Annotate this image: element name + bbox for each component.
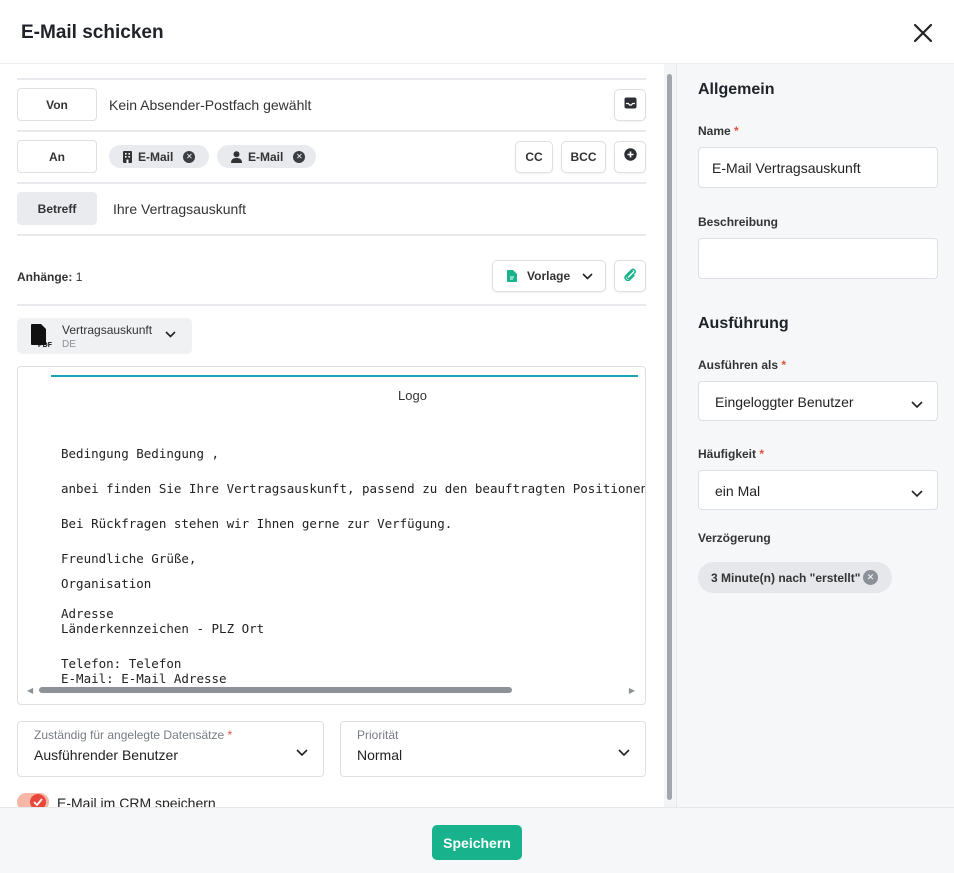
general-heading: Allgemein (698, 81, 775, 98)
attachment-file-name: Vertragsauskunft (62, 323, 153, 337)
priority-select[interactable]: Priorität Normal (340, 721, 646, 777)
preview-horizontal-scrollbar[interactable]: ◀ ▶ (25, 684, 637, 696)
recipient-chip-label: E-Mail (138, 149, 174, 164)
name-input[interactable]: E-Mail Vertragsauskunft (698, 147, 938, 188)
remove-recipient-icon[interactable]: ✕ (293, 150, 306, 163)
delay-chip[interactable]: 3 Minute(n) nach "erstellt" ✕ (698, 562, 892, 593)
scroll-left-icon[interactable]: ◀ (27, 686, 33, 695)
scrollbar-thumb[interactable] (39, 687, 512, 693)
dialog-header: E-Mail schicken (0, 0, 954, 64)
delay-value: 3 Minute(n) nach "erstellt" (711, 570, 861, 585)
subject-input[interactable]: Ihre Vertragsauskunft (113, 201, 246, 217)
run-as-value: Eingeloggter Benutzer (715, 394, 854, 410)
settings-panel: Allgemein Name * E-Mail Vertragsauskunft… (676, 64, 954, 807)
inbox-icon (624, 96, 637, 114)
frequency-select[interactable]: ein Mal (698, 470, 938, 510)
responsible-label: Zuständig für angelegte Datensätze * (34, 728, 233, 742)
frequency-value: ein Mal (715, 483, 761, 499)
responsible-value: Ausführender Benutzer (34, 747, 178, 763)
plus-circle-icon (623, 148, 637, 166)
chevron-down-icon[interactable] (165, 331, 176, 338)
preview-line: Freundliche Grüße, (61, 551, 197, 566)
to-label: An (17, 140, 97, 173)
divider (17, 78, 646, 80)
attachments-count: Anhänge: 1 (17, 270, 82, 284)
run-as-label: Ausführen als * (698, 358, 787, 372)
divider (17, 182, 646, 184)
template-dropdown[interactable]: Vorlage (492, 260, 606, 292)
recipient-chip[interactable]: E-Mail ✕ (217, 145, 316, 168)
divider (17, 130, 646, 132)
dialog-footer: Speichern (0, 807, 954, 873)
preview-line: anbei finden Sie Ihre Vertragsauskunft, … (61, 481, 646, 496)
from-value: Kein Absender-Postfach gewählt (109, 97, 312, 113)
divider (17, 234, 646, 236)
svg-text:PDF: PDF (38, 342, 53, 348)
dialog-title: E-Mail schicken (21, 22, 164, 43)
close-icon[interactable] (912, 22, 934, 44)
name-label: Name * (698, 124, 739, 138)
preview-line: Organisation (61, 576, 152, 591)
preview-line: Telefon: Telefon (61, 656, 182, 671)
building-icon (123, 150, 132, 163)
bcc-button[interactable]: BCC (561, 141, 606, 173)
delay-label: Verzögerung (698, 531, 771, 545)
execution-heading: Ausführung (698, 315, 789, 332)
preview-logo: Logo (398, 388, 427, 403)
attachment-file-language: DE (62, 339, 76, 350)
pdf-file-icon: PDF (29, 324, 53, 353)
chevron-down-icon (296, 744, 308, 762)
chevron-down-icon (618, 744, 630, 762)
attachment-file[interactable]: PDF Vertragsauskunft DE (17, 318, 192, 354)
user-icon (231, 150, 242, 163)
priority-label: Priorität (357, 728, 399, 742)
attachments-number: 1 (75, 270, 83, 284)
preview-line: Länderkennzeichen - PLZ Ort (61, 621, 265, 636)
description-input[interactable] (698, 238, 938, 279)
remove-recipient-icon[interactable]: ✕ (183, 150, 196, 163)
run-as-select[interactable]: Eingeloggter Benutzer (698, 381, 938, 421)
from-label: Von (17, 88, 97, 121)
mailbox-button[interactable] (614, 89, 646, 121)
save-button[interactable]: Speichern (432, 825, 522, 860)
name-value: E-Mail Vertragsauskunft (712, 160, 861, 176)
preview-line: Adresse (61, 606, 114, 621)
email-preview[interactable]: Logo Bedingung Bedingung , anbei finden … (17, 366, 646, 705)
preview-accent-line (51, 375, 638, 377)
description-label: Beschreibung (698, 215, 779, 229)
paperclip-icon (623, 267, 637, 286)
frequency-label: Häufigkeit * (698, 447, 765, 461)
subject-label: Betreff (17, 192, 97, 225)
remove-delay-icon[interactable]: ✕ (863, 570, 878, 585)
chevron-down-icon (911, 396, 923, 414)
scrollbar-thumb[interactable] (667, 74, 672, 800)
attachments-label: Anhänge: (17, 270, 73, 284)
chevron-down-icon (911, 485, 923, 503)
scroll-right-icon[interactable]: ▶ (629, 686, 635, 695)
preview-line: Bedingung Bedingung , (61, 446, 220, 461)
template-label: Vorlage (527, 269, 571, 283)
chevron-down-icon (582, 272, 593, 280)
document-icon (507, 270, 517, 282)
recipient-chip[interactable]: E-Mail ✕ (109, 145, 209, 168)
recipient-chip-label: E-Mail (248, 149, 284, 164)
preview-line: Bei Rückfragen stehen wir Ihnen gerne zu… (61, 516, 453, 531)
add-recipient-button[interactable] (614, 141, 646, 173)
divider (17, 304, 646, 306)
responsible-select[interactable]: Zuständig für angelegte Datensätze * Aus… (17, 721, 324, 777)
vertical-scrollbar[interactable] (664, 64, 676, 807)
cc-button[interactable]: CC (515, 141, 553, 173)
priority-value: Normal (357, 747, 403, 763)
add-attachment-button[interactable] (614, 260, 646, 292)
